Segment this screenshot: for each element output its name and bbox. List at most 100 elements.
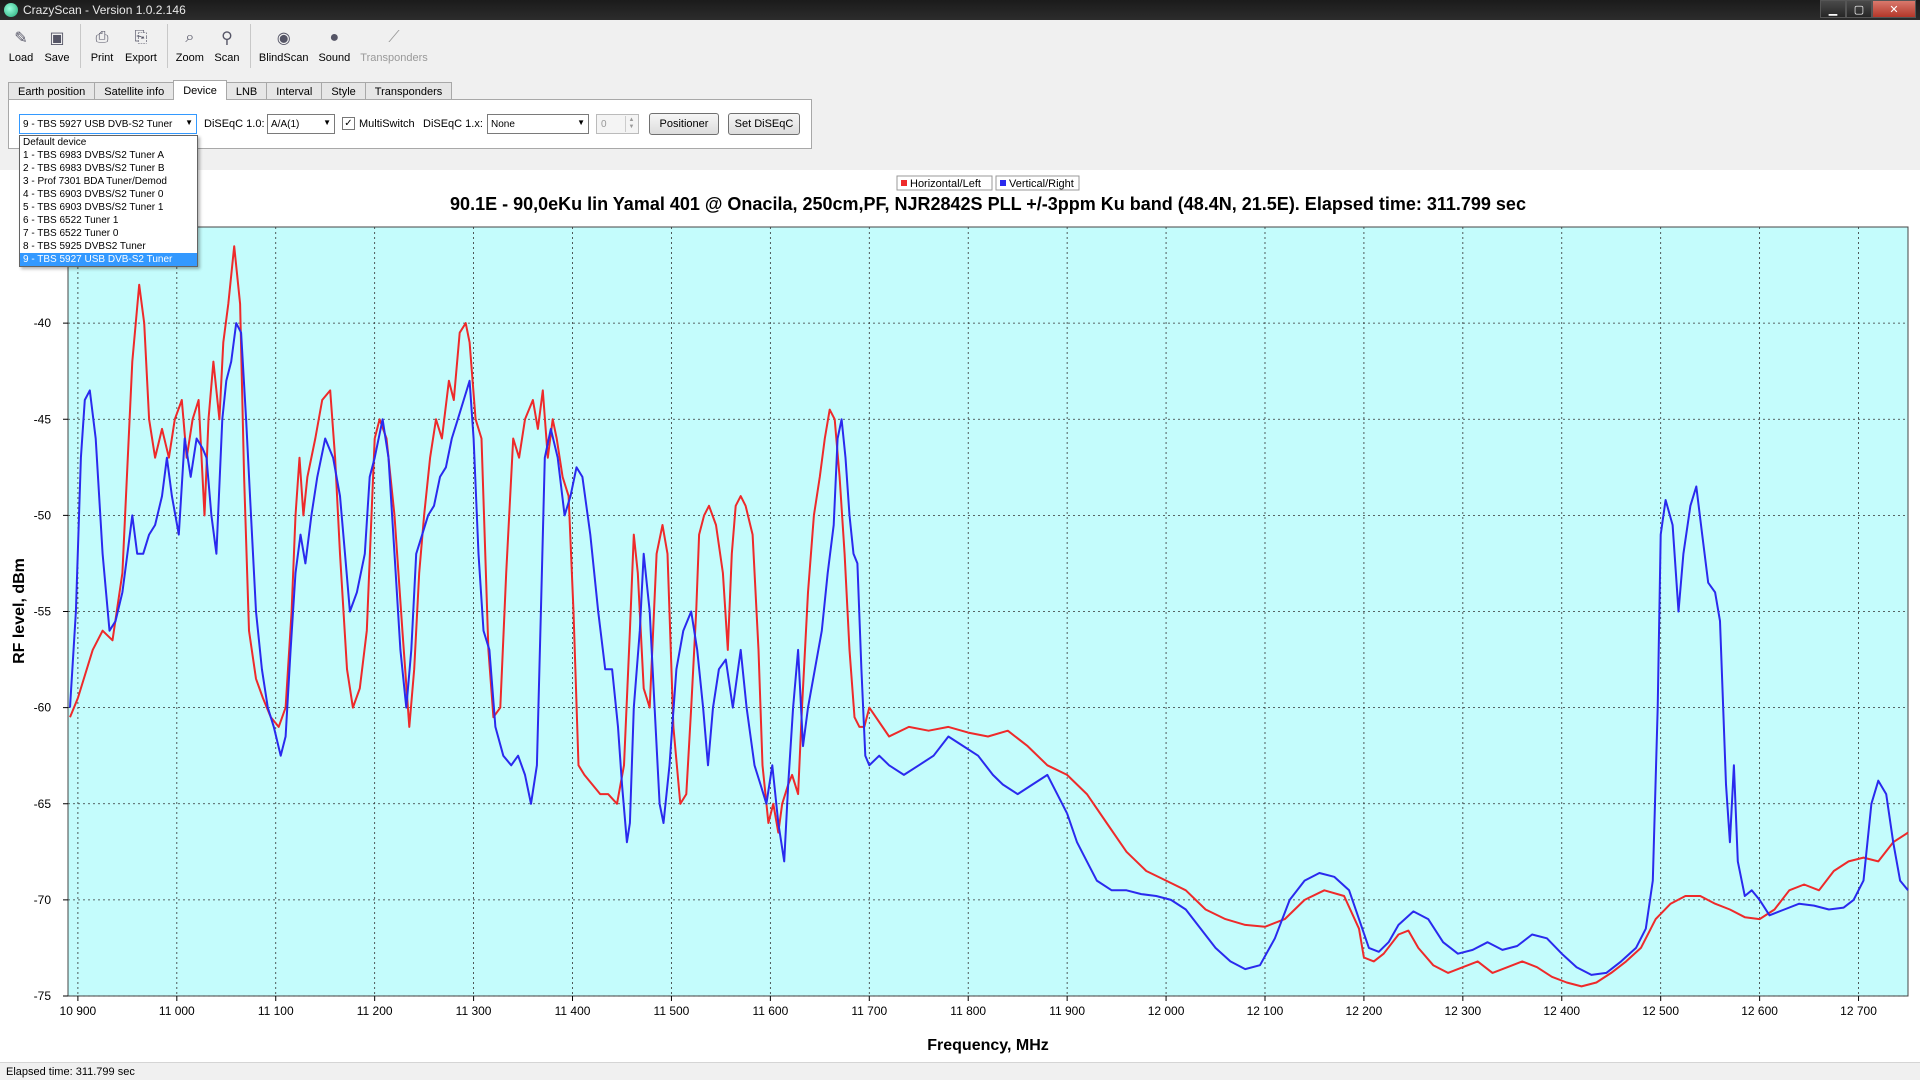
toolbar-label: Zoom [175,52,204,64]
diseqc1x-select[interactable]: None ▼ [487,114,589,134]
multiswitch-checkbox[interactable]: ✓ [342,117,355,130]
diseqc10-select-value: A/A(1) [271,118,300,130]
y-tick-label: -60 [34,701,52,715]
chevron-down-icon: ▼ [577,118,585,127]
status-text: Elapsed time: 311.799 sec [6,1065,135,1078]
spinner-value: 0 [601,118,607,130]
toolbar-blindscan-button[interactable]: ◉ BlindScan [259,20,309,64]
y-tick-label: -75 [34,989,52,1003]
tab-device[interactable]: Device [173,80,227,100]
x-tick-label: 10 900 [60,1004,97,1018]
toolbar-label: Print [90,52,114,64]
toolbar-transponders-button[interactable]: ⟋ Transponders [360,20,427,64]
diseqc-position-spinner[interactable]: 0 ▲ ▼ [596,114,639,134]
y-tick-label: -50 [34,508,52,522]
y-tick-label: -70 [34,893,52,907]
diseqc10-label: DiSEqC 1.0: [204,118,265,130]
tab-lnb[interactable]: LNB [225,82,268,100]
toolbar: ✎ Load ▣ Save ⎙ Print ⎘ Export ⌕ Zoom ⚲ Scan ◉ BlindS… [0,20,1920,72]
sound-icon: ● [329,29,340,46]
device-list-item[interactable]: 7 - TBS 6522 Tuner 0 [20,227,197,240]
toolbar-label: Transponders [360,52,428,64]
x-tick-label: 11 800 [950,1004,986,1018]
toolbar-print-button[interactable]: ⎙ Print [89,20,115,64]
x-tick-label: 12 300 [1444,1004,1481,1018]
tab-satellite-info[interactable]: Satellite info [94,82,175,100]
maximize-icon[interactable]: ▢ [1846,0,1872,18]
toolbar-sound-button[interactable]: ● Sound [318,20,350,64]
chart-title: 90.1E - 90,0eKu lin Yamal 401 @ Onacila,… [450,194,1526,214]
x-tick-label: 12 600 [1741,1004,1778,1018]
x-tick-label: 11 400 [555,1004,591,1018]
y-tick-label: -55 [34,605,52,619]
positioner-button[interactable]: Positioner [649,113,719,135]
minimize-icon[interactable]: ▁ [1820,0,1846,18]
chart-area: 10 900 11 000 11 100 11 200 11 300 11 400 11 5… [0,170,1920,1062]
legend-label: Horizontal/Left [910,178,981,190]
transponders-icon: ⟋ [388,29,400,46]
legend-swatch [901,180,907,186]
device-list-item[interactable]: 2 - TBS 6983 DVBS/S2 Tuner B [20,162,197,175]
app-icon [4,3,18,17]
toolbar-label: Scan [214,52,240,64]
export-icon: ⎘ [134,29,148,46]
diseqc1x-select-value: None [491,118,515,130]
toolbar-separator [249,24,251,68]
chevron-down-icon: ▼ [323,118,331,127]
diseqc10-select[interactable]: A/A(1) ▼ [267,114,335,134]
scan-icon: ⚲ [221,30,233,47]
x-tick-label: 11 500 [654,1004,690,1018]
tab-bar: Earth position Satellite info Device LNB Int… [8,80,453,100]
device-list-item[interactable]: 5 - TBS 6903 DVBS/S2 Tuner 1 [20,201,197,214]
device-list-item[interactable]: 8 - TBS 5925 DVBS2 Tuner [20,240,197,253]
legend-swatch [1000,180,1006,186]
print-icon: ⎙ [95,29,109,46]
status-bar: Elapsed time: 311.799 sec [0,1062,1920,1080]
x-tick-label: 12 400 [1543,1004,1580,1018]
spinner-arrows-icon[interactable]: ▲ ▼ [625,116,637,132]
device-list-item[interactable]: 4 - TBS 6903 DVBS/S2 Tuner 0 [20,188,197,201]
zoom-icon: ⌕ [185,29,195,46]
toolbar-separator [166,24,168,68]
toolbar-load-button[interactable]: ✎ Load [8,20,34,64]
toolbar-scan-button[interactable]: ⚲ Scan [214,20,240,64]
device-list-item[interactable]: 9 - TBS 5927 USB DVB-S2 Tuner [20,253,197,266]
x-tick-label: 11 200 [357,1004,393,1018]
title-bar: CrazyScan - Version 1.0.2.146 ▁ ▢ ✕ [0,0,1920,20]
y-tick-label: -40 [34,316,52,330]
legend-label: Vertical/Right [1009,178,1074,190]
device-select-value: 9 - TBS 5927 USB DVB-S2 Tuner [23,118,173,130]
device-dropdown-list: Default device 1 - TBS 6983 DVBS/S2 Tuner… [19,135,198,267]
spectrum-chart: 10 900 11 000 11 100 11 200 11 300 11 400 11 5… [11,175,1909,1054]
x-tick-label: 11 600 [752,1004,788,1018]
load-icon: ✎ [14,30,28,47]
toolbar-export-button[interactable]: ⎘ Export [125,20,157,64]
toolbar-label: BlindScan [258,52,309,64]
x-tick-label: 11 700 [851,1004,887,1018]
x-axis-label: Frequency, MHz [927,1037,1049,1054]
device-list-item[interactable]: 3 - Prof 7301 BDA Tuner/Demod [20,175,197,188]
toolbar-separator [80,24,81,68]
tab-interval[interactable]: Interval [266,82,323,100]
x-tick-label: 11 900 [1049,1004,1085,1018]
window-controls: ▁ ▢ ✕ [1820,0,1916,18]
toolbar-label: Save [44,52,70,64]
window-title: CrazyScan - Version 1.0.2.146 [23,3,186,17]
toolbar-save-button[interactable]: ▣ Save [44,20,70,64]
y-axis-label: RF level, dBm [11,558,28,664]
device-list-item[interactable]: 1 - TBS 6983 DVBS/S2 Tuner A [20,149,197,162]
device-list-item[interactable]: 6 - TBS 6522 Tuner 1 [20,214,197,227]
device-select[interactable]: 9 - TBS 5927 USB DVB-S2 Tuner ▼ [19,114,197,134]
multiswitch-label: MultiSwitch [359,118,415,130]
toolbar-zoom-button[interactable]: ⌕ Zoom [176,20,204,64]
x-tick-label: 11 100 [258,1004,294,1018]
device-list-item[interactable]: Default device [20,136,197,149]
close-icon[interactable]: ✕ [1872,0,1916,18]
set-diseqc-button[interactable]: Set DiSEqC [728,113,800,135]
tab-transponders[interactable]: Transponders [364,82,453,100]
y-tick-label: -45 [34,412,52,426]
tab-style[interactable]: Style [321,82,366,100]
tab-earth-position[interactable]: Earth position [8,82,96,100]
toolbar-label: Export [125,52,157,64]
chevron-down-icon: ▼ [185,118,193,127]
